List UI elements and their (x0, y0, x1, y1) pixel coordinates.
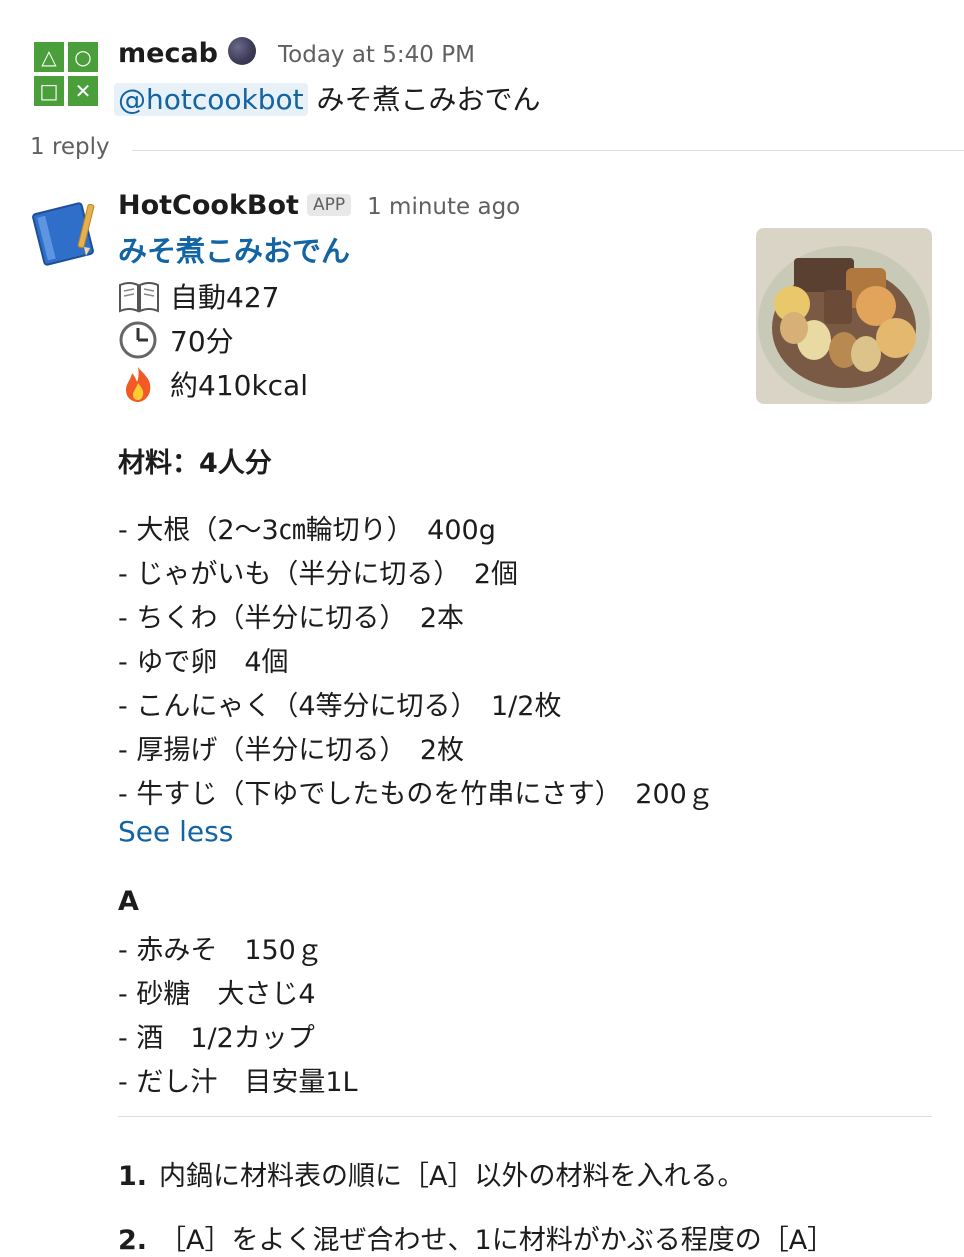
recipe-calories: 約410kcal (118, 364, 308, 404)
ingredient-item: - 牛すじ（下ゆでしたものを竹串にさす） 200ｇ (118, 779, 714, 810)
app-badge: APP (306, 194, 352, 216)
oden-dish-image (756, 228, 932, 404)
group-a-item: - だし汁 目安量1L (118, 1067, 358, 1098)
avatar-triangle-icon: △ (34, 42, 64, 72)
reply-count-link[interactable]: 1 reply (30, 134, 110, 160)
see-less-link[interactable]: See less (118, 815, 233, 848)
reply-header: HotCookBot APP 1 minute ago (118, 190, 520, 221)
step-number: 1. (118, 1161, 148, 1192)
recipe-mode: 自動427 (118, 276, 279, 316)
bot-avatar-book-icon[interactable] (32, 198, 102, 268)
group-a-item: - 酒 1/2カップ (118, 1023, 315, 1054)
thread-divider (132, 150, 964, 151)
ingredient-item: - 大根（2〜3㎝輪切り） 400g (118, 515, 496, 546)
step-item: 2. ［A］をよく混ぜ合わせ、1に材料がかぶる程度の［A］ (118, 1218, 834, 1257)
ingredient-item: - ちくわ（半分に切る） 2本 (118, 603, 465, 634)
recipe-mode-text: 自動427 (170, 281, 280, 314)
group-a-heading: A (118, 886, 139, 917)
ingredients-heading: 材料：4人分 (118, 448, 272, 479)
clock-icon (119, 321, 157, 359)
ingredient-item: - ゆで卵 4個 (118, 647, 289, 678)
new-moon-face-icon (228, 37, 256, 65)
reply-timestamp[interactable]: 1 minute ago (367, 194, 520, 220)
step-item: 1. 内鍋に材料表の順に［A］以外の材料を入れる。 (118, 1154, 745, 1193)
step-number: 2. (118, 1225, 148, 1256)
group-a-item: - 砂糖 大さじ4 (118, 979, 316, 1010)
section-divider (118, 1116, 932, 1117)
avatar-circle-icon: ○ (68, 42, 98, 72)
message-body: みそ煮こみおでん (316, 83, 541, 116)
user-avatar[interactable]: △ ○ □ ✕ (34, 42, 98, 106)
mention-link[interactable]: @hotcookbot (114, 83, 308, 116)
recipe-calories-text: 約410kcal (170, 369, 308, 402)
message-header: mecab Today at 5:40 PM (118, 34, 475, 69)
message-timestamp[interactable]: Today at 5:40 PM (278, 42, 475, 68)
step-text: ［A］をよく混ぜ合わせ、1に材料がかぶる程度の［A］ (159, 1225, 835, 1256)
message-text: @hotcookbot みそ煮こみおでん (114, 78, 541, 118)
ingredient-item: - こんにゃく（4等分に切る） 1/2枚 (118, 691, 562, 722)
fire-icon (126, 367, 151, 402)
recipe-title-link[interactable]: みそ煮こみおでん (118, 228, 350, 270)
group-a-item: - 赤みそ 150ｇ (118, 935, 323, 966)
recipe-thumbnail[interactable] (756, 228, 932, 404)
avatar-cross-icon: ✕ (68, 76, 98, 106)
recipe-time: 70分 (118, 320, 234, 360)
recipe-time-text: 70分 (170, 325, 234, 358)
open-book-icon (119, 282, 159, 313)
ingredient-item: - じゃがいも（半分に切る） 2個 (118, 559, 519, 590)
step-text: 内鍋に材料表の順に［A］以外の材料を入れる。 (159, 1161, 745, 1192)
ingredient-item: - 厚揚げ（半分に切る） 2枚 (118, 735, 465, 766)
avatar-square-icon: □ (34, 76, 64, 106)
bot-name[interactable]: HotCookBot (118, 190, 299, 221)
username[interactable]: mecab (118, 38, 218, 69)
